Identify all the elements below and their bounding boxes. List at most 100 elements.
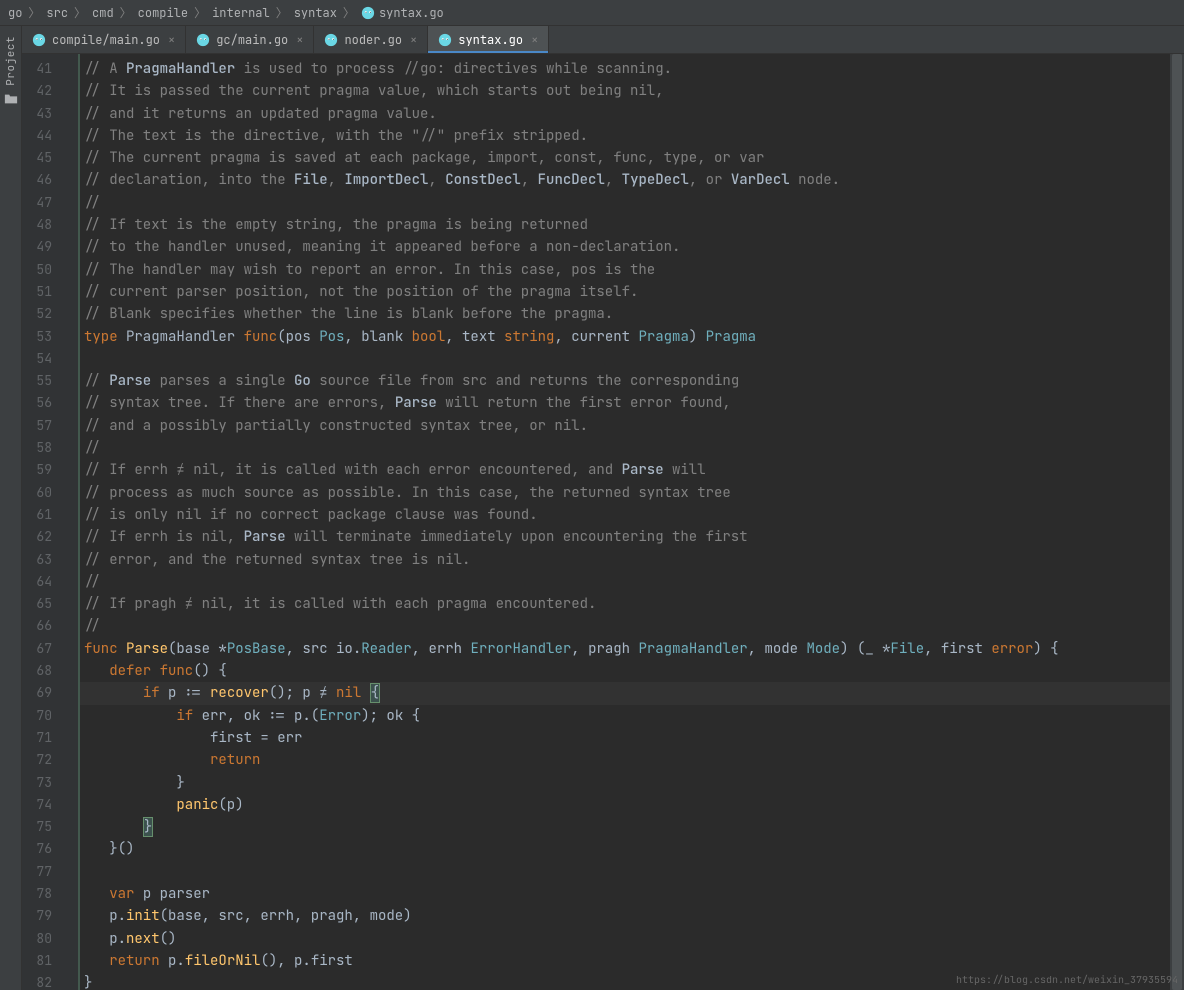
code-line[interactable]: } [80, 772, 1170, 794]
line-number: 82 [30, 972, 52, 990]
line-number: 55 [30, 370, 52, 392]
breadcrumb-item[interactable]: cmd [92, 5, 114, 21]
line-number: 44 [30, 125, 52, 147]
code-line[interactable]: // and a possibly partially constructed … [80, 415, 1170, 437]
code-line[interactable] [80, 348, 1170, 370]
editor-tabs: compile/main.go × gc/main.go× noder.go× s… [22, 26, 1184, 54]
line-number: 67 [30, 638, 52, 660]
code-line[interactable]: // [80, 615, 1170, 637]
line-number: 65 [30, 593, 52, 615]
code-line[interactable]: // Parse parses a single Go source file … [80, 370, 1170, 392]
editor-tab[interactable]: gc/main.go× [186, 26, 314, 53]
code-line[interactable]: // The handler may wish to report an err… [80, 259, 1170, 281]
line-number: 53 [30, 326, 52, 348]
line-number: 69 [30, 682, 52, 704]
code-line[interactable] [80, 861, 1170, 883]
breadcrumb-item[interactable]: syntax [294, 5, 337, 21]
scrollbar-thumb[interactable] [1172, 54, 1182, 990]
line-number: 75 [30, 816, 52, 838]
line-number: 43 [30, 103, 52, 125]
breadcrumb-item[interactable]: internal [212, 5, 270, 21]
line-number: 68 [30, 660, 52, 682]
code-line[interactable]: // Blank specifies whether the line is b… [80, 303, 1170, 325]
tool-window-project[interactable]: Project [0, 26, 22, 990]
code-line[interactable]: func Parse(base *PosBase, src io.Reader,… [80, 638, 1170, 660]
breadcrumb-item[interactable]: go [8, 5, 22, 21]
code-line[interactable]: // syntax tree. If there are errors, Par… [80, 392, 1170, 414]
code-line[interactable]: // and it returns an updated pragma valu… [80, 103, 1170, 125]
editor-tab[interactable]: noder.go× [314, 26, 428, 53]
code-line[interactable]: // If errh ≠ nil, it is called with each… [80, 459, 1170, 481]
code-line[interactable]: // current parser position, not the posi… [80, 281, 1170, 303]
line-number: 79 [30, 905, 52, 927]
line-number: 80 [30, 928, 52, 950]
watermark: https://blog.csdn.net/weixin_37935594 [956, 973, 1178, 986]
code-line[interactable]: p.next() [80, 928, 1170, 950]
code-line[interactable]: // The current pragma is saved at each p… [80, 147, 1170, 169]
scrollbar-vertical[interactable] [1170, 54, 1184, 990]
breadcrumb-item[interactable]: syntax.go [361, 5, 444, 21]
code-line[interactable]: // If errh is nil, Parse will terminate … [80, 526, 1170, 548]
code-line[interactable]: // If text is the empty string, the prag… [80, 214, 1170, 236]
close-icon[interactable]: × [531, 32, 538, 48]
line-number: 49 [30, 236, 52, 258]
tab-label: syntax.go [458, 32, 523, 48]
code-line[interactable]: return [80, 749, 1170, 771]
line-number: 42 [30, 80, 52, 102]
code-line[interactable]: // [80, 192, 1170, 214]
editor-tab[interactable]: syntax.go × [428, 26, 549, 53]
chevron-right-icon: 〉 [74, 4, 86, 21]
line-number: 60 [30, 482, 52, 504]
code-line[interactable]: // A PragmaHandler is used to process //… [80, 58, 1170, 80]
code-line[interactable]: if err, ok := p.(Error); ok { [80, 705, 1170, 727]
line-number: 63 [30, 549, 52, 571]
code-line[interactable]: }() [80, 838, 1170, 860]
code-line[interactable]: return p.fileOrNil(), p.first [80, 950, 1170, 972]
line-number: 50 [30, 259, 52, 281]
close-icon[interactable]: × [410, 32, 417, 48]
code-line[interactable]: p.init(base, src, errh, pragh, mode) [80, 905, 1170, 927]
line-number: 59 [30, 459, 52, 481]
chevron-right-icon: 〉 [28, 4, 40, 21]
line-number: 74 [30, 794, 52, 816]
breadcrumb-item[interactable]: src [46, 5, 68, 21]
breadcrumb-item[interactable]: compile [138, 5, 188, 21]
line-number: 51 [30, 281, 52, 303]
line-number: 57 [30, 415, 52, 437]
line-number: 41 [30, 58, 52, 80]
code-line[interactable]: // [80, 571, 1170, 593]
line-number: 66 [30, 615, 52, 637]
tab-label: compile/main.go [52, 32, 160, 48]
tool-window-label[interactable]: Project [4, 36, 18, 86]
code-line[interactable]: first = err [80, 727, 1170, 749]
code-line[interactable]: type PragmaHandler func(pos Pos, blank b… [80, 326, 1170, 348]
code-line[interactable]: // The text is the directive, with the "… [80, 125, 1170, 147]
line-number: 46 [30, 169, 52, 191]
fold-column[interactable] [64, 54, 78, 990]
code-line[interactable]: // [80, 437, 1170, 459]
folder-icon [4, 92, 18, 106]
line-gutter: 4142434445464748495051525354555657585960… [22, 54, 64, 990]
breadcrumb: go〉src〉cmd〉compile〉internal〉syntax〉 synt… [0, 0, 1184, 26]
chevron-right-icon: 〉 [120, 4, 132, 21]
close-icon[interactable]: × [296, 32, 303, 48]
code-line[interactable]: // process as much source as possible. I… [80, 482, 1170, 504]
code-line[interactable]: // declaration, into the File, ImportDec… [80, 169, 1170, 191]
code-line[interactable]: // error, and the returned syntax tree i… [80, 549, 1170, 571]
code-line[interactable]: defer func() { [80, 660, 1170, 682]
code-line[interactable]: if p := recover(); p ≠ nil { [80, 682, 1170, 704]
code-line[interactable]: // If pragh ≠ nil, it is called with eac… [80, 593, 1170, 615]
code-line[interactable]: panic(p) [80, 794, 1170, 816]
chevron-right-icon: 〉 [343, 4, 355, 21]
line-number: 54 [30, 348, 52, 370]
code-editor[interactable]: // A PragmaHandler is used to process //… [78, 54, 1170, 990]
editor-tab[interactable]: compile/main.go × [22, 26, 186, 53]
line-number: 47 [30, 192, 52, 214]
line-number: 62 [30, 526, 52, 548]
code-line[interactable]: var p parser [80, 883, 1170, 905]
code-line[interactable]: // to the handler unused, meaning it app… [80, 236, 1170, 258]
code-line[interactable]: } [80, 816, 1170, 838]
close-icon[interactable]: × [168, 32, 175, 48]
code-line[interactable]: // is only nil if no correct package cla… [80, 504, 1170, 526]
code-line[interactable]: // It is passed the current pragma value… [80, 80, 1170, 102]
